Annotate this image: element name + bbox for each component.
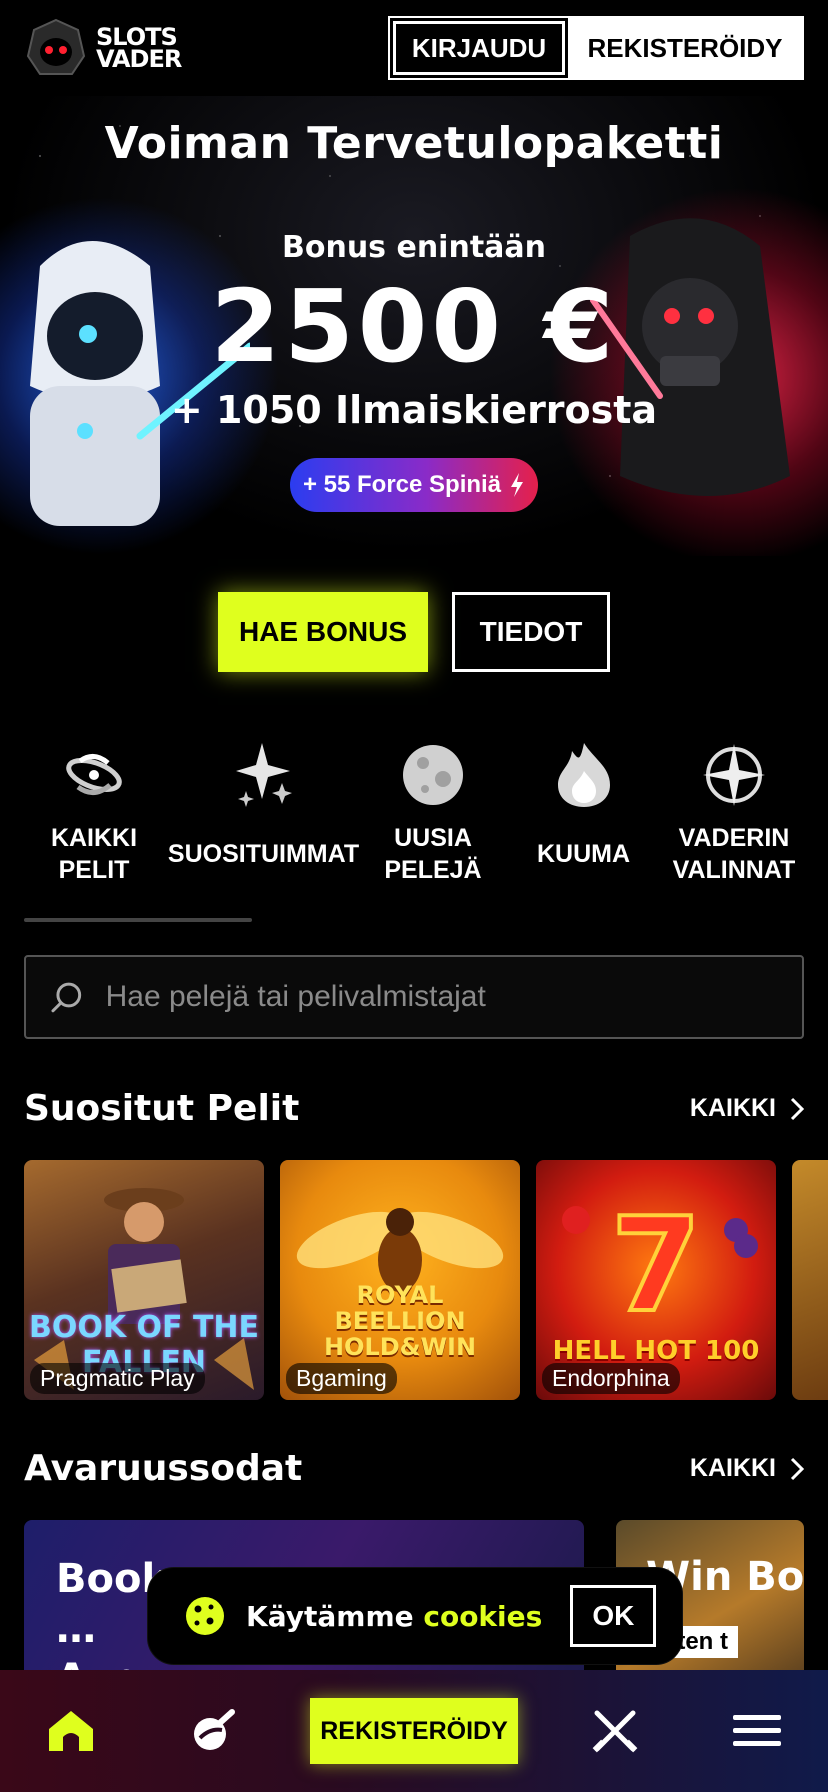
moon-icon [398, 740, 468, 810]
cookie-icon [186, 1597, 224, 1635]
game-provider: Bgaming [286, 1363, 397, 1394]
planet-rocket-icon [194, 1709, 235, 1750]
category-label: SUOSITUIMMAT [167, 840, 360, 868]
section-title: Avaruussodat [24, 1448, 303, 1489]
section-title: Suositut Pelit [24, 1088, 300, 1129]
vader-logo-icon [26, 18, 86, 75]
crossed-sabers-icon [592, 1710, 638, 1753]
cookie-ok-button[interactable]: OK [570, 1585, 657, 1647]
view-all-label: KAIKKI [689, 1094, 776, 1122]
login-button[interactable]: KIRJAUDU [390, 18, 568, 78]
category-hot[interactable]: KUUMA [514, 740, 654, 886]
game-card[interactable]: 7 HELL HOT 100 Endorphina [536, 1160, 776, 1400]
nav-register-button[interactable]: REKISTERÖIDY [310, 1698, 518, 1764]
category-label: VADERIN VALINNAT [672, 824, 796, 884]
force-spins-label: + 55 Force Spiniä [302, 471, 502, 498]
register-button[interactable]: REKISTERÖIDY [568, 18, 802, 78]
category-nav: KAIKKI PELIT SUOSITUIMMAT UUSIA PELEJÄ K… [24, 740, 804, 886]
view-all-link[interactable]: KAIKKI [690, 1454, 804, 1483]
game-title: ROYAL BEELLION HOLD&WIN [323, 1281, 477, 1361]
search-box[interactable] [24, 955, 804, 1039]
space-wars-section-header: Avaruussodat KAIKKI [24, 1448, 804, 1489]
nav-home[interactable] [26, 1686, 116, 1776]
category-label: KAIKKI PELIT [50, 824, 138, 884]
nav-space-wars[interactable] [570, 1686, 660, 1776]
category-label: UUSIA PELEJÄ [384, 824, 482, 884]
info-button[interactable]: TIEDOT [452, 592, 610, 672]
hero-subtitle: Bonus enintään [281, 230, 547, 265]
flame-icon [549, 740, 619, 810]
game-provider: Endorphina [542, 1363, 680, 1394]
search-icon [51, 982, 82, 1013]
hero-character-right [590, 218, 790, 496]
bottom-nav: REKISTERÖIDY [0, 1670, 828, 1792]
nav-games[interactable] [168, 1686, 258, 1776]
game-title: HELL HOT 100 [552, 1336, 760, 1366]
game-card-partial[interactable] [792, 1160, 828, 1400]
game-card[interactable]: BOOK OF THE FALLEN Pragmatic Play [24, 1160, 264, 1400]
force-spins-badge: + 55 Force Spiniä [290, 458, 538, 512]
popular-games-row: BOOK OF THE FALLEN Pragmatic Play ROYAL … [24, 1160, 828, 1400]
home-icon [49, 1711, 93, 1751]
chevron-right-icon [790, 1097, 804, 1120]
game-provider: Pragmatic Play [30, 1363, 205, 1394]
cookie-text-prefix: Käytämme [246, 1599, 414, 1633]
game-card[interactable]: ROYAL BEELLION HOLD&WIN Bgaming [280, 1160, 520, 1400]
hamburger-menu-icon [733, 1715, 781, 1746]
category-new-games[interactable]: UUSIA PELEJÄ [363, 740, 503, 886]
svg-text:7: 7 [611, 1189, 701, 1341]
cta-row: HAE BONUS TIEDOT [0, 592, 828, 672]
hero-banner[interactable]: Voiman Tervetulopaketti Bonus enintään 2… [0, 96, 828, 556]
category-scroll-indicator[interactable] [24, 918, 252, 922]
cookie-link[interactable]: cookies [423, 1600, 542, 1633]
chevron-right-icon [790, 1457, 804, 1480]
header: SLOTS VADER KIRJAUDU REKISTERÖIDY [0, 0, 828, 96]
nav-menu[interactable] [712, 1686, 802, 1776]
cookie-text: Käytämme cookies [246, 1600, 542, 1633]
sparkle-icon [229, 740, 299, 810]
hero-amount: 2500 € [210, 268, 618, 385]
hero-title: Voiman Tervetulopaketti [104, 118, 724, 169]
category-all-games[interactable]: KAIKKI PELIT [24, 740, 164, 886]
compass-star-icon [699, 740, 769, 810]
view-all-link[interactable]: KAIKKI [690, 1094, 804, 1123]
category-label: KUUMA [536, 840, 631, 868]
search-input[interactable] [105, 980, 778, 1014]
logo[interactable]: SLOTS VADER [24, 16, 182, 80]
category-vader-picks[interactable]: VADERIN VALINNAT [664, 740, 804, 886]
view-all-label: KAIKKI [689, 1454, 776, 1482]
get-bonus-button[interactable]: HAE BONUS [218, 592, 428, 672]
popular-section-header: Suositut Pelit KAIKKI [24, 1088, 804, 1129]
cookie-banner: Käytämme cookies OK [148, 1568, 682, 1664]
hero-spins: + 1050 Ilmaiskierrosta [170, 388, 658, 432]
logo-line-2: VADER [96, 45, 182, 73]
lightning-icon [511, 473, 524, 497]
galaxy-icon [59, 740, 129, 810]
category-popular[interactable]: SUOSITUIMMAT [168, 740, 359, 886]
logo-text: SLOTS VADER [96, 25, 182, 73]
auth-buttons: KIRJAUDU REKISTERÖIDY [388, 16, 804, 80]
